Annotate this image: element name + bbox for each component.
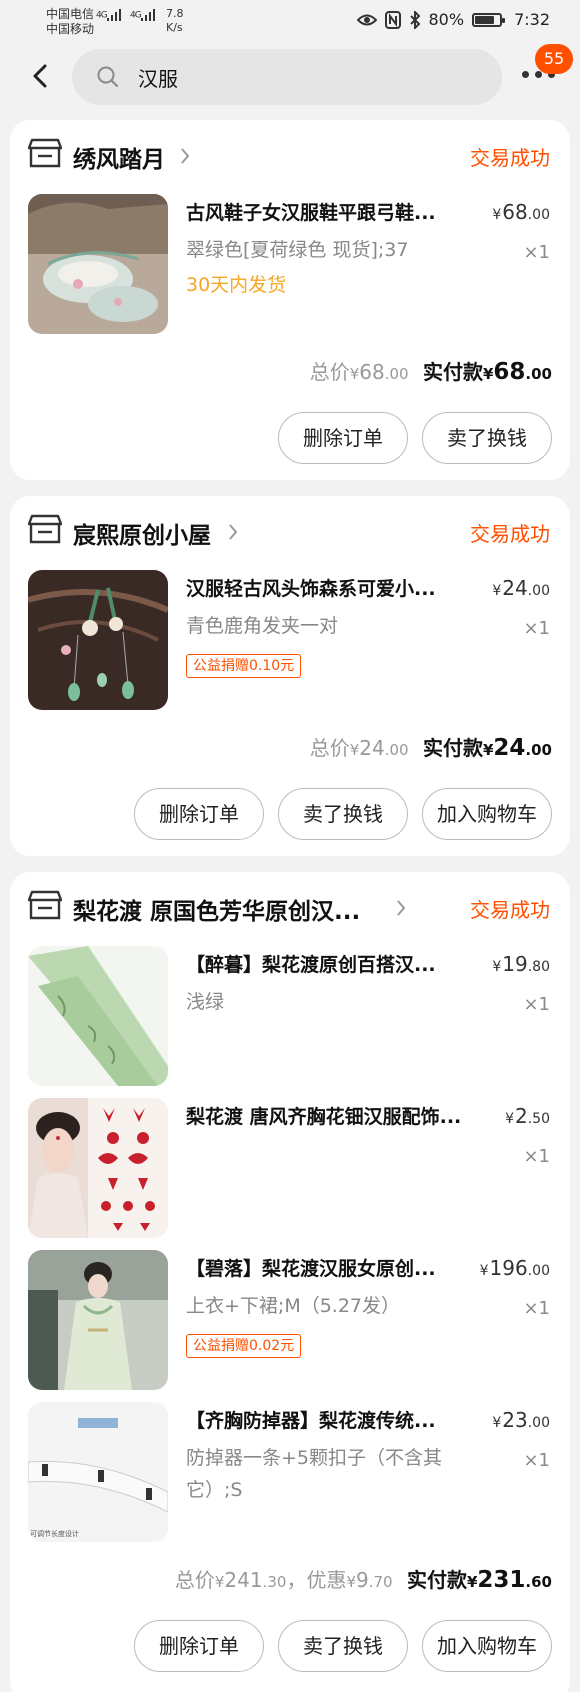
signal-type-2: 4G (130, 10, 142, 21)
search-query: 汉服 (138, 67, 178, 91)
net-speed-unit: K/s (166, 21, 183, 34)
carrier-info: 中国电信 中国移动 (46, 7, 94, 37)
shop-icon (28, 890, 62, 920)
order-status: 交易成功 (470, 522, 550, 546)
battery-level (475, 15, 495, 24)
signal-bars-icon (140, 9, 155, 21)
item-quantity: ×1 (523, 1146, 550, 1167)
status-bar: 中国电信 中国移动 4G 4G 7.8 K/s 80% 7:32 (0, 0, 580, 44)
product-title[interactable]: 【醉暮】梨花渡原创百搭汉... (186, 950, 466, 977)
order-item[interactable]: 【碧落】梨花渡汉服女原创... 上衣+下裙;M（5.27发） 公益捐赠0.02元… (28, 1250, 552, 1390)
order-item[interactable]: 梨花渡 唐风齐胸花钿汉服配饰... ¥2.50 ×1 (28, 1098, 552, 1238)
item-price: ¥196.00 (479, 1256, 550, 1280)
chevron-right-icon[interactable] (180, 147, 190, 165)
delete-order-button[interactable]: 删除订单 (278, 412, 408, 464)
item-price: ¥19.80 (492, 952, 550, 976)
resell-button[interactable]: 卖了换钱 (278, 1620, 408, 1672)
signal-type-1: 4G (96, 10, 108, 21)
shop-icon (28, 514, 62, 544)
clock: 7:32 (514, 10, 550, 29)
shop-name[interactable]: 绣风踏月 (73, 140, 165, 174)
battery-percent: 80% (428, 10, 465, 29)
delete-order-button[interactable]: 删除订单 (134, 1620, 264, 1672)
item-quantity: ×1 (523, 242, 550, 263)
shipping-note: 30天内发货 (186, 274, 287, 296)
shop-name[interactable]: 宸熙原创小屋 (73, 516, 211, 550)
item-price: ¥24.00 (492, 576, 550, 600)
battery-icon (472, 12, 506, 27)
search-header: 汉服 55 (0, 44, 580, 112)
status-icons: 80% 7:32 (356, 10, 550, 29)
order-card: 绣风踏月 交易成功 古风鞋子女汉服鞋平跟弓鞋... 翠绿色[夏荷绿色 现货];3… (10, 120, 570, 480)
add-to-cart-button[interactable]: 加入购物车 (422, 1620, 552, 1672)
chevron-right-icon[interactable] (396, 899, 406, 917)
product-title[interactable]: 【齐胸防掉器】梨花渡传统... (186, 1406, 466, 1433)
thumb-caption: 可调节长度设计 (30, 1529, 79, 1538)
back-arrow-icon[interactable] (24, 60, 56, 92)
order-card: 梨花渡 原国色芳华原创汉... 交易成功 【醉暮】梨花渡原创百搭汉... 浅绿 … (10, 872, 570, 1692)
add-to-cart-button[interactable]: 加入购物车 (422, 788, 552, 840)
product-title[interactable]: 梨花渡 唐风齐胸花钿汉服配饰... (186, 1102, 486, 1129)
product-image-hanfu[interactable] (28, 1250, 168, 1390)
order-item[interactable]: 可调节长度设计 【齐胸防掉器】梨花渡传统... 防掉器一条+5颗扣子（不含其它）… (28, 1402, 552, 1542)
item-quantity: ×1 (523, 1298, 550, 1319)
order-summary: 总价¥68.00 实付款¥68.00 (309, 359, 552, 385)
shop-icon (28, 138, 62, 168)
product-title[interactable]: 【碧落】梨花渡汉服女原创... (186, 1254, 456, 1281)
chevron-right-icon[interactable] (228, 523, 238, 541)
product-image-strap[interactable]: 可调节长度设计 (28, 1402, 168, 1542)
order-status: 交易成功 (470, 898, 550, 922)
carrier-2: 中国移动 (46, 22, 95, 36)
product-title[interactable]: 汉服轻古风头饰森系可爱小... (186, 574, 466, 601)
resell-button[interactable]: 卖了换钱 (278, 788, 408, 840)
product-sku: 浅绿 (186, 991, 225, 1013)
product-title[interactable]: 古风鞋子女汉服鞋平跟弓鞋... (186, 198, 466, 225)
charity-badge: 公益捐赠0.10元 (186, 654, 302, 678)
order-status: 交易成功 (470, 146, 550, 170)
charity-badge: 公益捐赠0.02元 (186, 1334, 302, 1358)
item-quantity: ×1 (523, 618, 550, 639)
order-item[interactable]: 汉服轻古风头饰森系可爱小... 青色鹿角发夹一对 公益捐赠0.10元 ¥24.0… (28, 570, 552, 710)
net-speed-value: 7.8 (166, 7, 184, 20)
search-icon (97, 66, 118, 87)
product-sku: 防掉器一条+5颗扣子（不含其它）;S (186, 1447, 443, 1501)
item-price: ¥23.00 (492, 1408, 550, 1432)
order-card: 宸熙原创小屋 交易成功 汉服轻古风头饰森系可爱小... 青色鹿角发夹一对 公益捐… (10, 496, 570, 856)
product-image-huadian[interactable] (28, 1098, 168, 1238)
carrier-1: 中国电信 (46, 7, 95, 21)
order-summary: 总价¥241.30，优惠¥9.70 实付款¥231.60 (174, 1567, 552, 1593)
message-badge: 55 (535, 44, 573, 74)
product-image-ribbon[interactable] (28, 946, 168, 1086)
product-image-hairpin[interactable] (28, 570, 168, 710)
signal-bars-icon (106, 9, 121, 21)
product-sku: 青色鹿角发夹一对 (186, 615, 339, 637)
delete-order-button[interactable]: 删除订单 (134, 788, 264, 840)
product-image-shoes[interactable] (28, 194, 168, 334)
item-price: ¥68.00 (492, 200, 550, 224)
product-sku: 上衣+下裙;M（5.27发） (186, 1295, 401, 1317)
signal-icon-1: 4G (96, 9, 121, 21)
item-quantity: ×1 (523, 1450, 550, 1471)
eye-icon (356, 14, 377, 25)
net-speed: 7.8 K/s (166, 7, 184, 35)
product-sku: 翠绿色[夏荷绿色 现货];37 (186, 239, 409, 261)
shop-name[interactable]: 梨花渡 原国色芳华原创汉... (73, 892, 373, 926)
nfc-icon (384, 10, 401, 29)
item-quantity: ×1 (523, 994, 550, 1015)
order-summary: 总价¥24.00 实付款¥24.00 (309, 735, 552, 761)
search-input[interactable]: 汉服 (72, 49, 502, 105)
signal-icon-2: 4G (130, 9, 155, 21)
bluetooth-icon (409, 10, 420, 29)
resell-button[interactable]: 卖了换钱 (422, 412, 552, 464)
item-price: ¥2.50 (505, 1104, 550, 1128)
order-item[interactable]: 古风鞋子女汉服鞋平跟弓鞋... 翠绿色[夏荷绿色 现货];37 30天内发货 ¥… (28, 194, 552, 334)
order-item[interactable]: 【醉暮】梨花渡原创百搭汉... 浅绿 ¥19.80 ×1 (28, 946, 552, 1086)
